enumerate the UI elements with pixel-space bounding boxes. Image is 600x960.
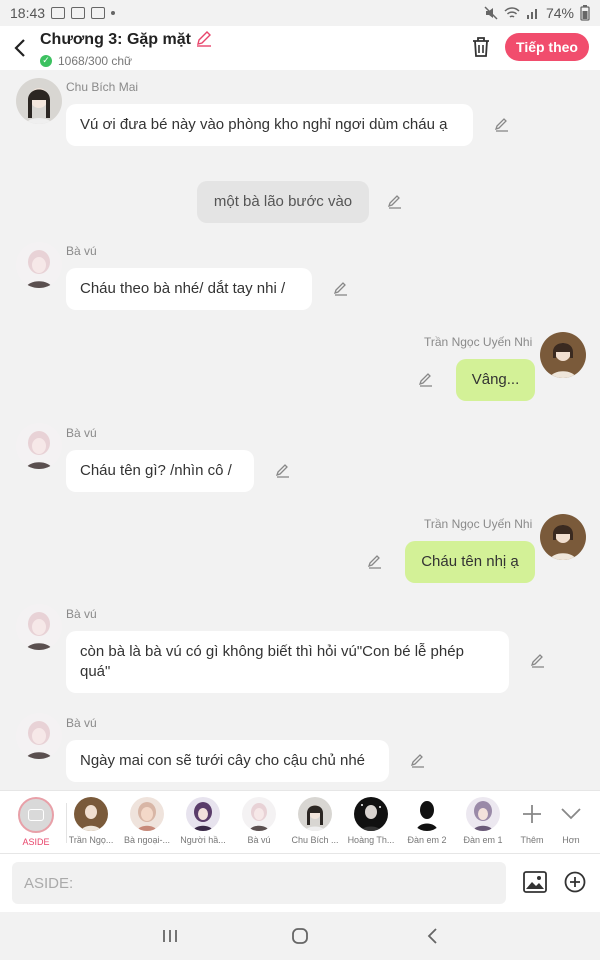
recent-apps-button[interactable] xyxy=(158,926,182,946)
back-nav-button[interactable] xyxy=(420,926,444,946)
character-label: Hoàng Th... xyxy=(347,835,395,845)
character-label: Trần Ngọ... xyxy=(68,835,114,845)
edit-message-icon[interactable] xyxy=(493,115,511,133)
battery-level: 74% xyxy=(545,5,574,21)
chat-area[interactable]: Chu Bích Mai Vú ơi đưa bé này vào phòng … xyxy=(0,70,600,790)
sender-name: Trần Ngọc Uyến Nhi xyxy=(424,335,533,349)
word-count: 1068/300 chữ xyxy=(58,53,133,68)
character-label: ASIDE xyxy=(22,837,50,847)
message-bubble[interactable]: còn bà là bà vú có gì không biết thì hỏi… xyxy=(66,631,509,693)
sender-name: Trần Ngọc Uyến Nhi xyxy=(424,517,533,531)
system-nav-bar xyxy=(0,912,600,960)
youtube-icon xyxy=(71,7,86,19)
edit-message-icon[interactable] xyxy=(332,279,350,297)
edit-title-icon[interactable] xyxy=(195,29,213,52)
character-label: Chu Bích ... xyxy=(291,835,339,845)
avatar-ba-vu[interactable] xyxy=(16,713,62,759)
character-label: Người hầ... xyxy=(180,835,226,845)
signal-icon xyxy=(526,9,537,19)
character-avatar xyxy=(74,797,108,831)
recent-apps-icon xyxy=(163,930,177,942)
add-character-label: Thêm xyxy=(520,835,544,845)
mute-icon xyxy=(484,6,498,20)
wifi-icon xyxy=(504,7,520,18)
sender-name: Bà vú xyxy=(66,716,97,730)
character-item[interactable]: Đàn em 2 xyxy=(399,797,455,845)
character-item[interactable]: Đàn em 1 xyxy=(455,797,511,845)
insert-image-button[interactable] xyxy=(522,870,548,894)
my-message-bubble[interactable]: Vâng... xyxy=(456,359,535,401)
character-label: Đàn em 2 xyxy=(407,835,447,845)
character-bar: ASIDE Trần Ngọ... Bà ngoại-... Người hầ.… xyxy=(0,790,600,854)
message-bubble[interactable]: Cháu theo bà nhé/ dắt tay nhi / xyxy=(66,268,312,310)
avatar-tran-ngoc-uyen-nhi[interactable] xyxy=(540,332,586,378)
character-label: Bà ngoại-... xyxy=(123,835,171,845)
my-message-bubble[interactable]: Cháu tên nhị ạ xyxy=(405,541,535,583)
sender-name: Bà vú xyxy=(66,426,97,440)
character-label: Bà vú xyxy=(247,835,271,845)
home-icon xyxy=(292,928,308,944)
chapter-info: Chương 3: Gặp mặt ✓ 1068/300 chữ xyxy=(40,29,213,68)
character-item[interactable]: Hoàng Th... xyxy=(343,797,399,845)
character-aside[interactable]: ASIDE xyxy=(8,797,64,847)
avatar-ba-vu[interactable] xyxy=(16,242,62,288)
sender-name: Bà vú xyxy=(66,607,97,621)
notification-dot-icon xyxy=(111,11,116,15)
expand-button[interactable]: Hơn xyxy=(543,797,599,845)
message-bubble[interactable]: Vú ơi đưa bé này vào phòng kho nghỉ ngơi… xyxy=(66,104,473,146)
avatar-ba-vu[interactable] xyxy=(16,604,62,650)
home-button[interactable] xyxy=(288,926,312,946)
aside-bubble[interactable]: một bà lão bước vào xyxy=(197,181,369,223)
app-header: Chương 3: Gặp mặt ✓ 1068/300 chữ Tiếp th… xyxy=(0,26,600,70)
character-item[interactable]: Người hầ... xyxy=(175,797,231,845)
edit-message-icon[interactable] xyxy=(409,751,427,769)
character-avatar xyxy=(354,797,388,831)
edit-message-icon[interactable] xyxy=(529,651,547,669)
message-bubble[interactable]: Cháu tên gì? /nhìn cô / xyxy=(66,450,254,492)
character-label: Đàn em 1 xyxy=(463,835,503,845)
image-icon xyxy=(523,871,547,893)
character-avatar xyxy=(466,797,500,831)
add-button[interactable] xyxy=(564,871,586,893)
sender-name: Bà vú xyxy=(66,244,97,258)
next-button[interactable]: Tiếp theo xyxy=(505,33,589,61)
input-bar xyxy=(0,854,600,912)
character-avatar xyxy=(298,797,332,831)
message-input[interactable] xyxy=(12,862,506,904)
aside-icon xyxy=(18,797,54,833)
trash-icon xyxy=(473,37,489,57)
status-bar: 18:43 74% xyxy=(0,0,600,26)
message-bubble[interactable]: Ngày mai con sẽ tưới cây cho cậu chủ nhé xyxy=(66,740,389,782)
back-icon xyxy=(427,928,437,944)
character-item[interactable]: Trần Ngọ... xyxy=(63,797,119,845)
sender-name: Chu Bích Mai xyxy=(66,80,139,94)
clock: 18:43 xyxy=(10,5,46,21)
character-avatar xyxy=(130,797,164,831)
back-button[interactable] xyxy=(0,26,40,70)
edit-message-icon[interactable] xyxy=(274,461,292,479)
edit-message-icon[interactable] xyxy=(366,552,384,570)
avatar-chu-bich-mai[interactable] xyxy=(16,78,62,124)
equalizer-icon xyxy=(91,7,106,19)
character-avatar xyxy=(242,797,276,831)
check-icon: ✓ xyxy=(40,54,52,67)
chevron-left-icon xyxy=(14,39,25,57)
avatar-ba-vu[interactable] xyxy=(16,423,62,469)
plus-circle-icon xyxy=(564,871,586,893)
character-item[interactable]: Bà ngoại-... xyxy=(119,797,175,845)
character-item[interactable]: Chu Bích ... xyxy=(287,797,343,845)
character-avatar xyxy=(410,797,444,831)
edit-message-icon[interactable] xyxy=(386,192,404,210)
edit-message-icon[interactable] xyxy=(417,370,435,388)
page-title: Chương 3: Gặp mặt xyxy=(40,31,191,48)
chevron-down-icon xyxy=(554,797,588,831)
character-avatar xyxy=(186,797,220,831)
battery-icon xyxy=(580,5,590,21)
gallery-icon xyxy=(51,7,66,19)
expand-label: Hơn xyxy=(562,835,580,845)
character-item[interactable]: Bà vú xyxy=(231,797,287,845)
avatar-tran-ngoc-uyen-nhi[interactable] xyxy=(540,514,586,560)
delete-button[interactable] xyxy=(468,34,494,60)
